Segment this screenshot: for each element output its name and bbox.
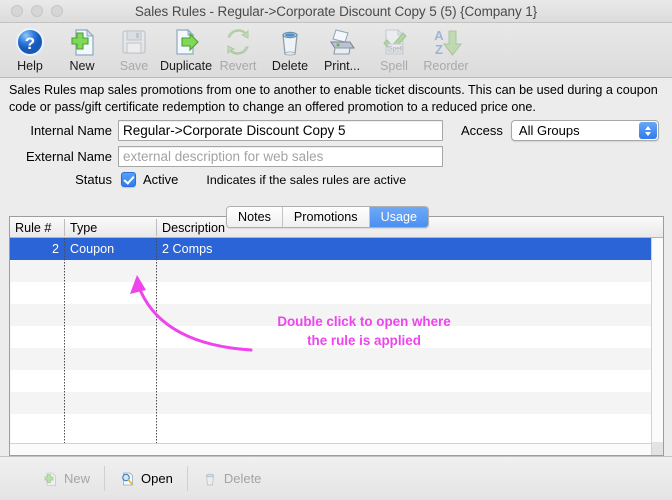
- cell-type: Coupon: [70, 242, 115, 256]
- trash-icon: [274, 26, 306, 58]
- toolbar-button-help[interactable]: ? Help: [4, 23, 56, 73]
- toolbar-button-spell: Spell Spell: [368, 23, 420, 73]
- toolbar-label-print: Print...: [323, 59, 361, 73]
- annotation-line-2: the rule is applied: [307, 333, 421, 348]
- chevron-updown-icon: [638, 122, 657, 139]
- toolbar-label-delete: Delete: [271, 59, 309, 73]
- trash-icon: [202, 471, 218, 487]
- column-divider-2: [156, 238, 157, 443]
- column-divider-1: [64, 238, 65, 443]
- window-title: Sales Rules - Regular->Corporate Discoun…: [134, 3, 538, 19]
- external-name-input[interactable]: [118, 146, 443, 167]
- status-active-label: Active: [143, 172, 179, 187]
- tab-promotions[interactable]: Promotions: [282, 207, 370, 227]
- bottom-label-delete: Delete: [223, 471, 262, 486]
- toolbar-label-help: Help: [17, 59, 43, 73]
- toolbar-button-save: Save: [108, 23, 160, 73]
- spell-check-icon: Spell: [378, 26, 410, 58]
- bottom-button-open[interactable]: Open: [105, 466, 188, 491]
- toolbar-label-duplicate: Duplicate: [159, 59, 213, 73]
- access-label: Access: [461, 123, 503, 138]
- help-icon: ?: [14, 26, 46, 58]
- toolbar-label-spell: Spell: [380, 59, 408, 73]
- scrollbar-corner: [652, 442, 663, 455]
- table-row[interactable]: [10, 370, 651, 392]
- table-row[interactable]: [10, 414, 651, 436]
- toolbar-button-duplicate[interactable]: Duplicate: [160, 23, 212, 73]
- toolbar-label-revert: Revert: [219, 59, 257, 73]
- status-hint: Indicates if the sales rules are active: [206, 172, 407, 187]
- bottom-button-bar: New Open Delete: [0, 456, 672, 500]
- status-label: Status: [75, 172, 112, 187]
- svg-text:Spell: Spell: [388, 46, 403, 53]
- external-name-row: External Name: [9, 146, 443, 167]
- description-text: Sales Rules map sales promotions from on…: [9, 83, 658, 114]
- access-dropdown[interactable]: All Groups: [510, 120, 659, 141]
- internal-name-label: Internal Name: [30, 123, 112, 138]
- table-row[interactable]: [10, 392, 651, 414]
- bottom-button-new: New: [28, 466, 106, 491]
- toolbar-label-new: New: [69, 59, 95, 73]
- toolbar-label-save: Save: [119, 59, 149, 73]
- tab-usage[interactable]: Usage: [369, 207, 429, 227]
- horizontal-scrollbar[interactable]: [10, 443, 651, 455]
- access-value: All Groups: [518, 123, 580, 138]
- sort-az-icon: A Z: [430, 26, 463, 58]
- main-toolbar: ? Help New Save Duplicate Revert Delete …: [0, 23, 672, 78]
- toolbar-button-reorder: A Z Reorder: [420, 23, 472, 73]
- table-row[interactable]: [10, 348, 651, 370]
- svg-text:Z: Z: [435, 42, 443, 57]
- svg-text:?: ?: [25, 34, 35, 53]
- sales-rules-window: Sales Rules - Regular->Corporate Discoun…: [0, 0, 672, 500]
- save-floppy-icon: [118, 26, 150, 58]
- bottom-label-new: New: [64, 471, 91, 486]
- toolbar-button-print[interactable]: Print...: [316, 23, 368, 73]
- vertical-scrollbar[interactable]: [651, 238, 663, 455]
- external-name-label: External Name: [26, 149, 112, 164]
- internal-name-row: Internal Name: [9, 120, 443, 141]
- toolbar-button-delete[interactable]: Delete: [264, 23, 316, 73]
- revert-arrows-icon: [222, 26, 254, 58]
- svg-text:A: A: [434, 28, 444, 43]
- table-row[interactable]: [10, 260, 651, 282]
- tab-notes[interactable]: Notes: [227, 207, 283, 227]
- bottom-button-delete: Delete: [188, 466, 276, 491]
- toolbar-button-revert: Revert: [212, 23, 264, 73]
- new-document-icon: [66, 26, 98, 58]
- toolbar-label-reorder: Reorder: [423, 59, 469, 73]
- cell-rule: 2: [51, 242, 59, 256]
- table-row[interactable]: [10, 282, 651, 304]
- printer-icon: [326, 26, 358, 58]
- status-active-checkbox[interactable]: [121, 172, 136, 187]
- cell-description: 2 Comps: [162, 242, 213, 256]
- window-titlebar: Sales Rules - Regular->Corporate Discoun…: [0, 0, 672, 23]
- duplicate-icon: [170, 26, 202, 58]
- internal-name-input[interactable]: [118, 120, 443, 141]
- bottom-label-open: Open: [141, 471, 173, 486]
- annotation-text: Double click to open where the rule is a…: [236, 312, 492, 350]
- column-header-rule[interactable]: Rule #: [10, 217, 64, 238]
- access-row: Access All Groups: [461, 120, 659, 141]
- table-row[interactable]: 2 Coupon 2 Comps: [10, 238, 651, 260]
- annotation-line-1: Double click to open where: [277, 314, 451, 329]
- tab-bar: Notes Promotions Usage: [226, 206, 430, 228]
- status-row: Status Active Indicates if the sales rul…: [9, 172, 406, 187]
- column-header-type[interactable]: Type: [65, 217, 156, 238]
- magnifier-icon: [119, 471, 135, 487]
- toolbar-button-new[interactable]: New: [56, 23, 108, 73]
- new-document-icon: [42, 471, 58, 487]
